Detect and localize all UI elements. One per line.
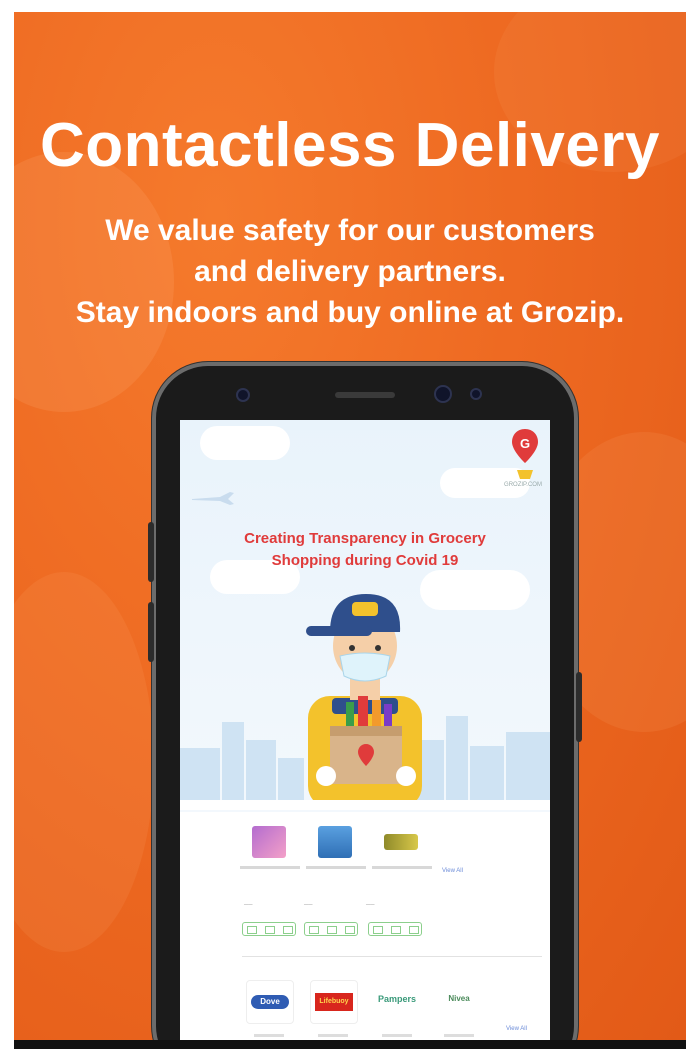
hero-baseline [180,800,550,810]
subheadline-line-3: Stay indoors and buy online at Grozip. [75,296,625,329]
promo-title: Creating Transparency in Grocery Shoppin… [180,528,550,572]
promo-title-line-2: Shopping during Covid 19 [271,552,459,569]
brand-card-lifebuoy[interactable]: Lifebuoy [310,980,358,1024]
brand-card-nivea[interactable]: Nivea [436,980,482,1022]
offer-tag: ── [366,902,375,908]
app-screen: G GROZIP.COM Creating Transparency in Gr… [180,420,550,1042]
promo-title-line-1: Creating Transparency in Grocery [244,530,486,547]
product-image [384,834,418,850]
promo-poster: Contactless Delivery We value safety for… [14,12,686,1042]
brand-name-placeholder [382,1034,412,1037]
brand-card-dove[interactable]: Dove [246,980,294,1024]
grozip-logo-pin-icon: G [512,429,538,463]
front-camera-icon [434,385,452,403]
front-sensor-icon [236,388,250,402]
product-card[interactable] [306,820,366,880]
product-image [318,826,352,858]
add-to-cart-button[interactable] [368,922,422,936]
offer-tag: ── [304,902,313,908]
product-name-placeholder [306,866,366,869]
section-divider [242,956,542,957]
bottom-edge [14,1040,686,1049]
phone-speaker [335,392,395,398]
product-section: View All ── ── ── Dove Lifebuoy Pampers … [180,812,550,1042]
bg-vegetable-shape [14,572,154,952]
view-all-link[interactable]: View All [442,868,463,874]
phone-power-button [576,672,582,742]
brand-logo-lifebuoy: Lifebuoy [315,993,353,1011]
view-all-link[interactable]: View All [506,1026,527,1032]
product-card[interactable] [240,820,300,880]
phone-volume-button [148,602,154,662]
add-to-cart-button[interactable] [242,922,296,936]
basket-icon [517,470,533,479]
brand-card-pampers[interactable]: Pampers [374,980,420,1022]
brand-name-placeholder [444,1034,474,1037]
brand-logo-dove: Dove [251,995,289,1009]
product-name-placeholder [372,866,432,869]
svg-text:G: G [520,436,530,451]
subheadline-line-2: and delivery partners. [194,255,506,288]
front-sensor-icon [470,388,482,400]
headline: Contactless Delivery [40,111,660,180]
brand-name-placeholder [318,1034,348,1037]
brand-logo-nivea: Nivea [448,994,470,1003]
logo-text: GROZIP.COM [504,482,542,488]
brand-name-placeholder [254,1034,284,1037]
offer-tag: ── [244,902,253,908]
phone-volume-button [148,522,154,582]
add-to-cart-button[interactable] [304,922,358,936]
product-image [252,826,286,858]
cloud-illustration [200,426,290,460]
product-card[interactable] [372,820,432,880]
subheadline-line-1: We value safety for our customers [105,214,595,247]
phone-mockup: G GROZIP.COM Creating Transparency in Gr… [148,362,582,1042]
brand-logo-pampers: Pampers [377,994,417,1004]
product-name-placeholder [240,866,300,869]
airplane-icon [192,492,234,505]
delivery-courier-illustration [306,594,422,808]
